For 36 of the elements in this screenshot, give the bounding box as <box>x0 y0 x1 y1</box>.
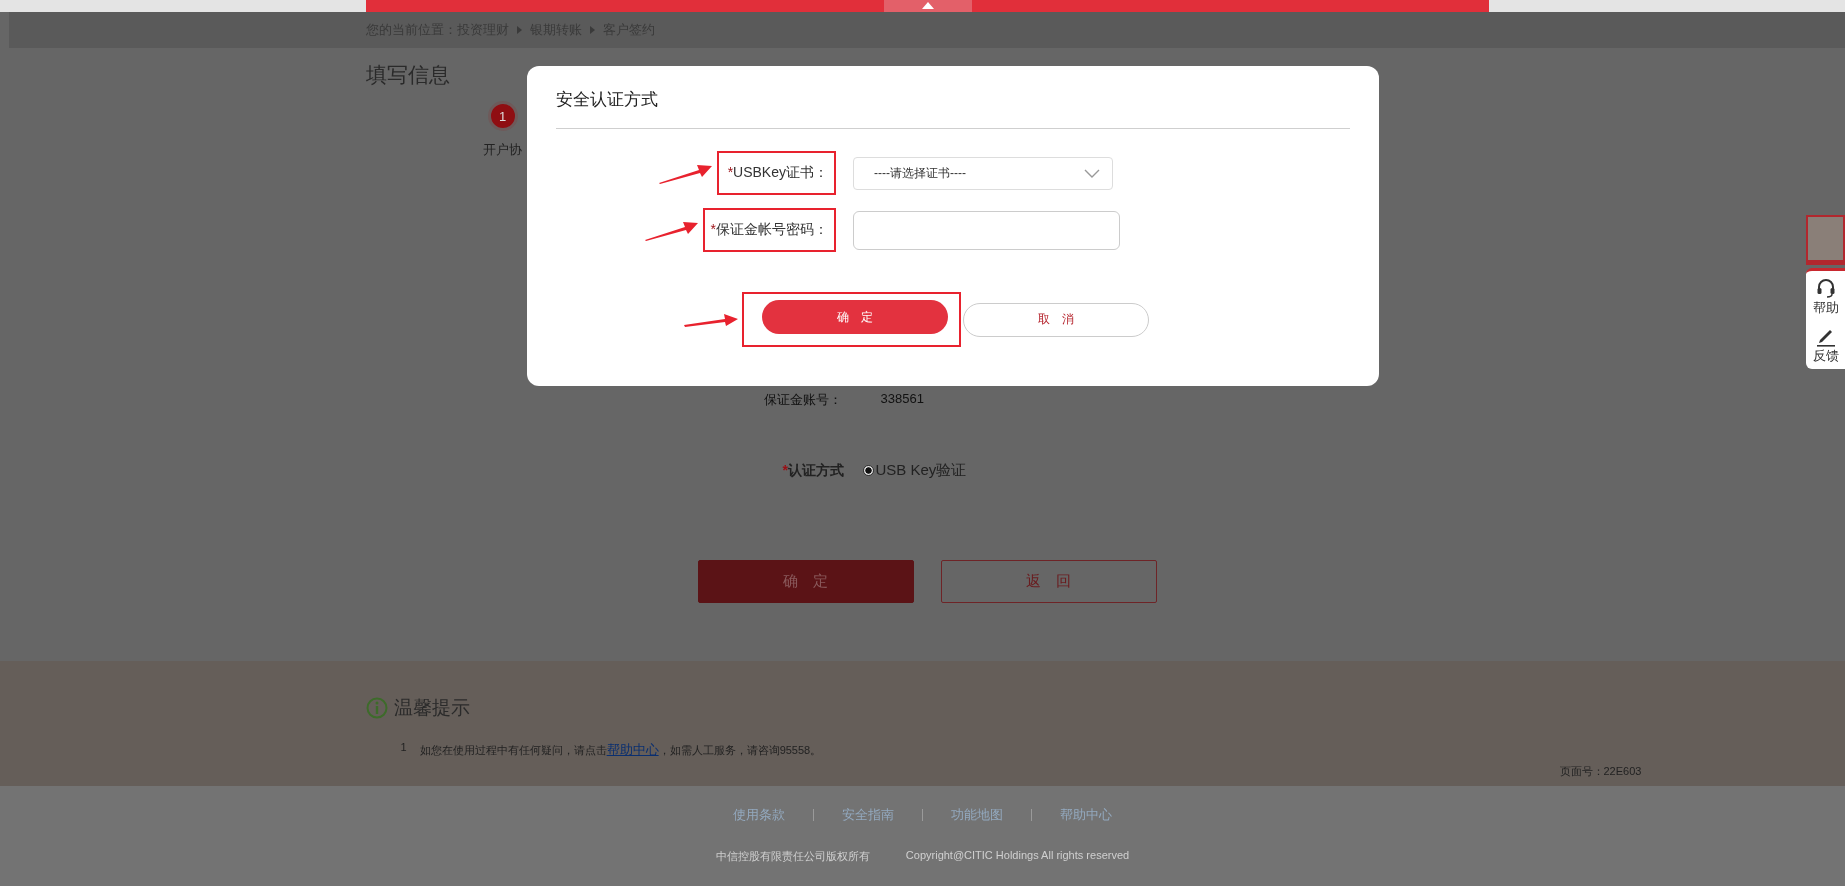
side-link[interactable]: 反馈 <box>1812 347 1839 365</box>
password-field[interactable] <box>853 210 1120 250</box>
headset-icon <box>1814 277 1837 299</box>
field-value: 338561 <box>880 391 924 408</box>
footer-link[interactable]: 安全指南 <box>842 806 894 824</box>
breadcrumb-separator-icon <box>589 26 595 34</box>
annotation-arrow <box>683 311 739 328</box>
cancel-button[interactable]: 取 消 <box>963 302 1149 337</box>
info-icon <box>365 697 388 719</box>
breadcrumb-separator-icon <box>516 26 522 34</box>
certificate-select[interactable]: ----请选择证书---- <box>853 156 1113 190</box>
avatar-placeholder[interactable] <box>1806 215 1845 265</box>
up-caret-icon <box>921 2 934 9</box>
field-label: *保证金帐号密码： <box>702 208 836 252</box>
confirm-button[interactable]: 确 定 <box>762 300 948 334</box>
company-text: 中信控股有限责任公司版权所有 <box>715 849 870 864</box>
step-number: 1 <box>487 101 518 131</box>
footer-link[interactable]: 帮助中心 <box>1060 806 1112 824</box>
footer-link[interactable]: 使用条款 <box>733 806 785 824</box>
step-label: 开户协 <box>483 141 522 159</box>
field-label: *认证方式 <box>782 461 845 480</box>
tips-title: 温馨提示 <box>393 696 470 720</box>
help-center-link[interactable]: 帮助中心 <box>606 742 659 757</box>
side-link[interactable]: 帮助 <box>1812 299 1839 317</box>
confirm-button[interactable]: 确 定 <box>697 560 914 603</box>
collapse-tab[interactable] <box>883 0 972 12</box>
tip-number: 1 <box>400 741 407 755</box>
chevron-down-icon <box>1084 168 1100 178</box>
field-label: 保证金账号： <box>763 391 843 409</box>
field-label: *USBKey证书： <box>716 151 836 195</box>
copyright-text: Copyright@CITIC Holdings All rights reserved <box>905 849 1130 863</box>
footer-link[interactable]: 功能地图 <box>951 806 1003 824</box>
page-title: 填写信息 <box>365 62 451 88</box>
back-button[interactable]: 返 回 <box>940 560 1157 603</box>
dialog-title: 安全认证方式 <box>556 66 1350 129</box>
radio-option[interactable]: USB Key验证 <box>862 461 967 480</box>
